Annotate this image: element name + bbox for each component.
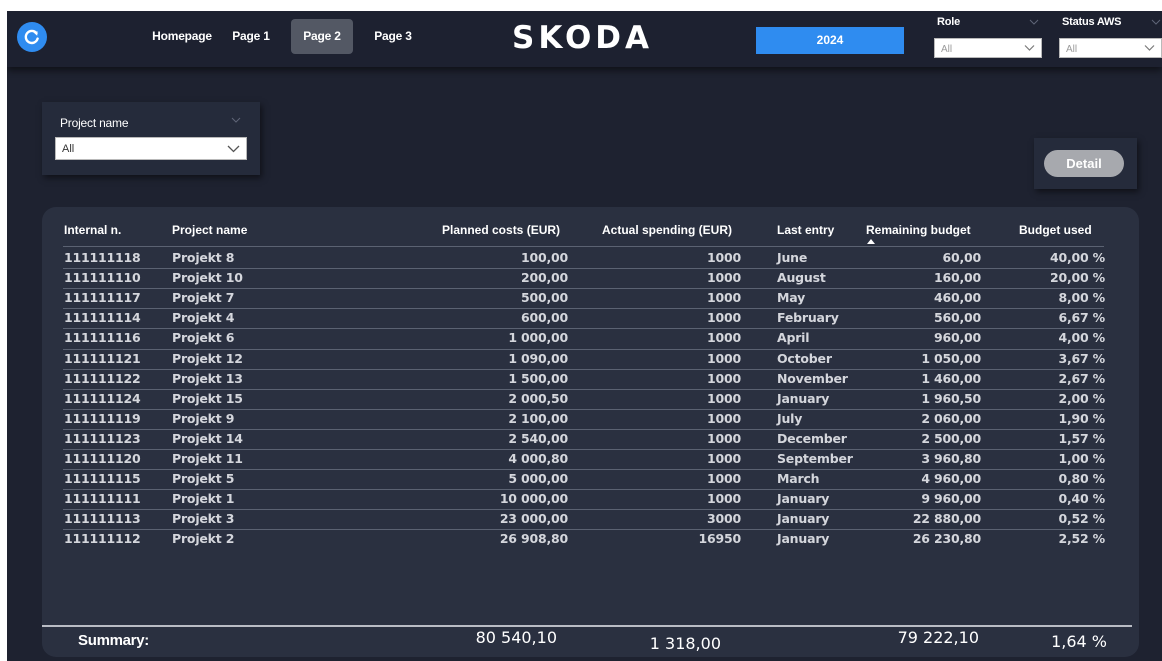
summary-label: Summary: xyxy=(78,632,149,649)
detail-button[interactable]: Detail xyxy=(1044,150,1124,177)
chevron-down-icon[interactable] xyxy=(1029,19,1039,25)
chevron-down-icon[interactable] xyxy=(231,117,241,123)
summary-actual: 1 318,00 xyxy=(649,634,721,653)
role-filter-value: All xyxy=(941,44,953,55)
refresh-icon xyxy=(24,29,39,45)
nav-tab[interactable]: Page 1 xyxy=(225,19,277,54)
role-filter-dropdown[interactable]: All xyxy=(934,38,1042,58)
summary-remaining: 79 222,10 xyxy=(897,628,979,647)
status-aws-filter-title: Status AWS xyxy=(1062,16,1122,28)
top-bar: Homepage Page 1 Page 2 Page 3 SKODA 2024 Ro… xyxy=(7,11,1162,67)
table-body: 111111118 Projekt 8 100,00 1000 June 60,00 40,… xyxy=(42,207,1139,657)
table-cell: 26 230,80 xyxy=(912,531,981,547)
table-cell: 2,52 % xyxy=(1058,531,1105,547)
status-aws-filter-dropdown[interactable]: All xyxy=(1059,38,1162,58)
report-page: Homepage Page 1 Page 2 Page 3 SKODA 2024 Ro… xyxy=(7,11,1162,661)
summary-planned: 80 540,10 xyxy=(475,628,557,647)
project-name-filter-value: All xyxy=(62,143,75,155)
table-cell: 16950 xyxy=(698,531,742,547)
skoda-logo: SKODA xyxy=(512,20,653,54)
summary-budget-used: 1,64 % xyxy=(1051,632,1107,651)
svg-text:SKODA: SKODA xyxy=(512,20,653,54)
table-cell: January xyxy=(777,531,830,547)
table-row[interactable]: 111111112 Projekt 2 26 908,80 16950 January 2… xyxy=(42,207,1139,657)
table-cell: 111111112 xyxy=(64,531,141,547)
nav-tab[interactable]: Page 2 xyxy=(291,19,353,54)
chevron-down-icon xyxy=(1024,45,1035,51)
chevron-down-icon[interactable] xyxy=(1151,19,1161,25)
refresh-button[interactable] xyxy=(17,22,47,52)
year-button[interactable]: 2024 xyxy=(756,27,904,54)
table-cell: 26 908,80 xyxy=(499,531,568,547)
chevron-down-icon xyxy=(227,145,240,152)
status-aws-filter-value: All xyxy=(1066,44,1078,55)
table-cell: Projekt 2 xyxy=(172,531,235,547)
summary-divider xyxy=(42,625,1132,627)
nav-tab[interactable]: Page 3 xyxy=(367,19,419,54)
role-filter-title: Role xyxy=(937,16,961,28)
chevron-down-icon xyxy=(1144,45,1155,51)
nav-tab[interactable]: Homepage xyxy=(147,19,217,54)
project-name-filter-dropdown[interactable]: All xyxy=(55,137,247,160)
header-divider xyxy=(63,246,1104,247)
detail-card: Detail xyxy=(1034,138,1137,189)
project-name-filter-title: Project name xyxy=(60,116,129,130)
budget-table: Internal n. Project name Planned costs (EU… xyxy=(42,207,1139,657)
project-name-filter-card: Project name All xyxy=(42,102,260,175)
